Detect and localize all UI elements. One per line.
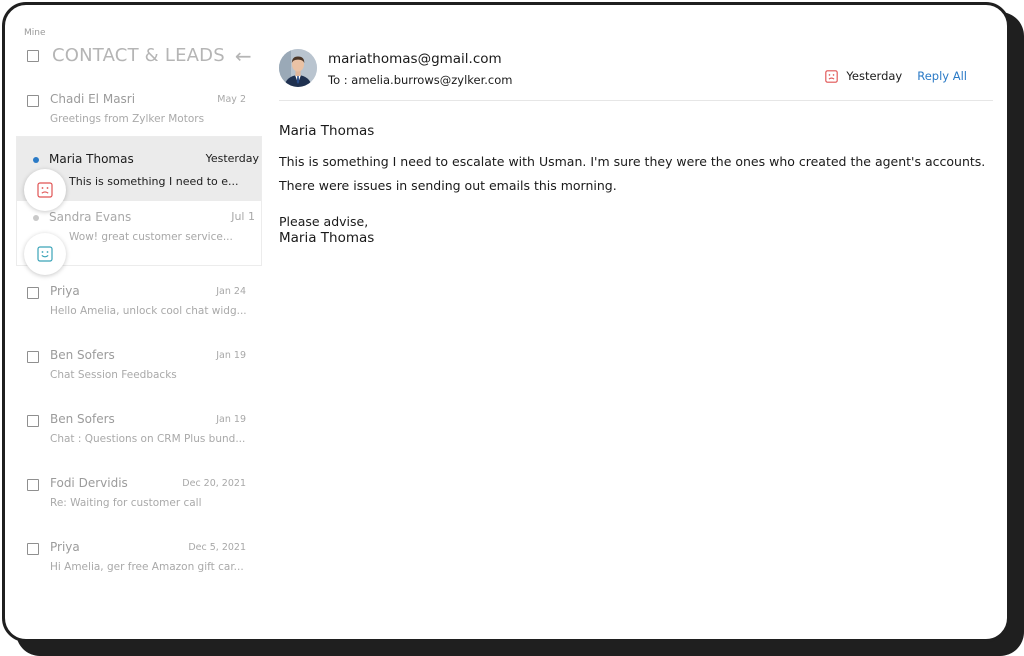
email-time: Yesterday (846, 69, 903, 83)
list-item[interactable]: Chadi El Masri May 2 Greetings from Zylk… (5, 69, 262, 133)
item-name: Fodi Dervidis (50, 476, 128, 490)
item-checkbox[interactable] (27, 415, 39, 427)
email-body: Maria Thomas This is something I need to… (279, 123, 1004, 246)
item-preview: Hello Amelia, unlock cool chat widg... (50, 305, 247, 317)
list-item[interactable]: Ben Sofers Jan 19 Chat Session Feedbacks (5, 325, 262, 389)
item-name: Priya (50, 284, 80, 298)
happy-face-icon (37, 246, 53, 262)
item-date: Yesterday (205, 152, 259, 165)
item-date: Jan 19 (216, 414, 246, 425)
item-checkbox[interactable] (27, 95, 39, 107)
divider (279, 100, 993, 101)
sad-sentiment-bubble[interactable] (24, 169, 66, 211)
item-name: Ben Sofers (50, 412, 115, 426)
email-signature-block: Please advise, Maria Thomas (279, 214, 1004, 246)
item-preview: Re: Waiting for customer call (50, 497, 202, 509)
item-preview: Chat Session Feedbacks (50, 369, 177, 381)
item-preview: Hi Amelia, ger free Amazon gift car... (50, 561, 244, 573)
list-item[interactable]: Fodi Dervidis Dec 20, 2021 Re: Waiting f… (5, 453, 262, 517)
list-item[interactable]: Ben Sofers Jan 19 Chat : Questions on CR… (5, 389, 262, 453)
app-window: Mine CONTACT & LEADS ← Chadi El Masri Ma… (2, 2, 1010, 642)
email-line: This is something I need to escalate wit… (279, 154, 986, 169)
item-preview: Wow! great customer service... (69, 231, 233, 243)
item-preview: Chat : Questions on CRM Plus bund... (50, 433, 246, 445)
list-header: CONTACT & LEADS ← (27, 45, 252, 66)
list-title: CONTACT & LEADS (52, 45, 225, 66)
item-checkbox[interactable] (27, 479, 39, 491)
item-name: Ben Sofers (50, 348, 115, 362)
item-date: Jan 24 (216, 286, 246, 297)
list-item[interactable]: Priya Jan 24 Hello Amelia, unlock cool c… (5, 261, 262, 325)
item-date: Jul 1 (231, 210, 255, 223)
reply-all-button[interactable]: Reply All (917, 69, 967, 83)
avatar (279, 49, 317, 87)
email-from: mariathomas@gmail.com (328, 51, 502, 67)
email-signature: Maria Thomas (279, 230, 375, 246)
select-all-checkbox[interactable] (27, 49, 39, 62)
sad-face-icon (825, 69, 839, 83)
item-checkbox[interactable] (27, 543, 39, 555)
email-closing: Please advise, (279, 214, 369, 229)
item-date: Jan 19 (216, 350, 246, 361)
item-date: May 2 (217, 94, 246, 105)
section-label: Mine (24, 28, 46, 38)
list-item[interactable]: Priya Dec 5, 2021 Hi Amelia, ger free Am… (5, 517, 262, 581)
item-checkbox[interactable] (27, 351, 39, 363)
item-date: Dec 20, 2021 (182, 478, 246, 489)
item-name: Priya (50, 540, 80, 554)
email-line: There were issues in sending out emails … (279, 178, 617, 193)
unread-dot (33, 157, 39, 163)
item-name: Sandra Evans (49, 210, 132, 224)
item-date: Dec 5, 2021 (188, 542, 246, 553)
email-meta: Yesterday Reply All (825, 69, 967, 83)
read-dot (33, 215, 39, 221)
email-greeting: Maria Thomas (279, 123, 375, 139)
item-checkbox[interactable] (27, 287, 39, 299)
item-preview: Greetings from Zylker Motors (50, 113, 205, 125)
item-preview: This is something I need to e... (69, 175, 239, 188)
sad-face-icon (37, 182, 53, 198)
email-to: To : amelia.burrows@zylker.com (328, 73, 513, 87)
arrow-left-icon[interactable]: ← (235, 46, 252, 66)
item-name: Maria Thomas (49, 152, 134, 166)
person-avatar-icon (279, 49, 317, 87)
item-name: Chadi El Masri (50, 92, 136, 106)
conversation-list-panel: Mine CONTACT & LEADS ← Chadi El Masri Ma… (5, 5, 262, 639)
